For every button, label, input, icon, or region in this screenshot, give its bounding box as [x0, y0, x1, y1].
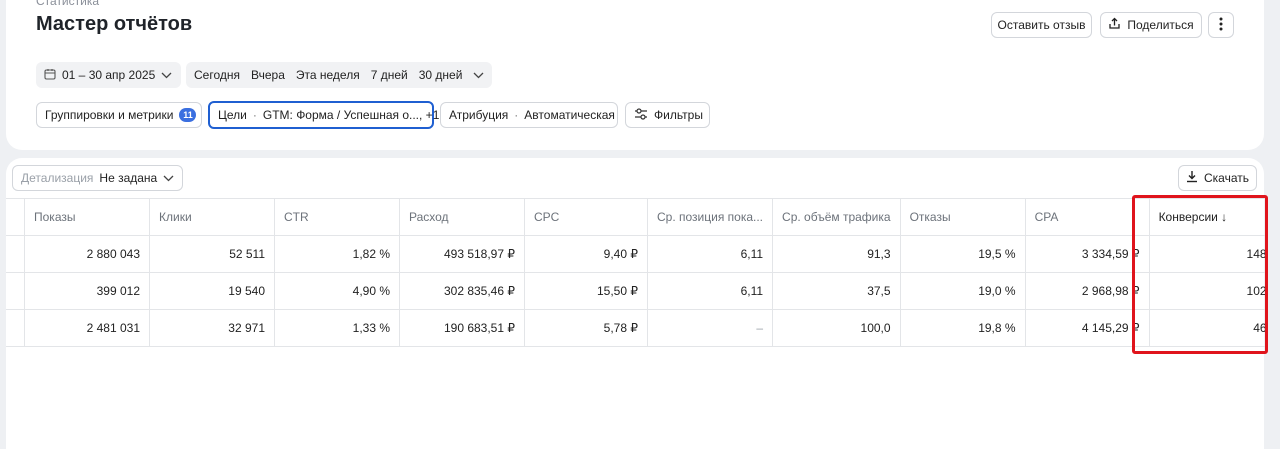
- cell-bounces: 19,5 %: [899, 235, 1026, 273]
- date-range-label: 01 – 30 апр 2025: [62, 68, 156, 82]
- download-icon: [1186, 170, 1198, 186]
- right-edge-panel: [1268, 0, 1280, 449]
- cell-conversions: 102: [1148, 272, 1277, 310]
- period-this-week[interactable]: Эта неделя: [296, 68, 360, 82]
- calendar-icon: [44, 68, 56, 83]
- share-button-label: Поделиться: [1127, 18, 1194, 32]
- more-vertical-icon: [1219, 17, 1223, 34]
- cell-ctr: 1,82 %: [274, 235, 400, 273]
- chevron-down-icon: [161, 68, 172, 82]
- filters-button[interactable]: Фильтры: [625, 102, 710, 128]
- column-header-cpc[interactable]: CPC: [524, 198, 648, 236]
- cell-cost: 493 518,97 ₽: [399, 235, 525, 273]
- attribution-value: Автоматическая: [524, 108, 615, 122]
- column-header-cpa[interactable]: CPA: [1024, 198, 1150, 236]
- groupings-count-badge: 11: [179, 108, 197, 122]
- cell-cpa: 3 334,59 ₽: [1024, 235, 1150, 273]
- detail-value: Не задана: [99, 171, 158, 185]
- column-header-clicks[interactable]: Клики: [149, 198, 275, 236]
- goals-value: GTM: Форма / Успешная о..., +1: [262, 108, 440, 122]
- goals-selector[interactable]: Цели · GTM: Форма / Успешная о..., +1: [208, 101, 439, 129]
- separator-dot: ·: [514, 108, 519, 122]
- cell-avg-position: 6,11: [646, 272, 774, 310]
- detail-selector[interactable]: Детализация Не задана: [12, 165, 184, 191]
- cell-clicks: 52 511: [149, 235, 275, 273]
- breadcrumb[interactable]: Статистика: [36, 0, 99, 8]
- cell-cpc: 9,40 ₽: [524, 235, 648, 273]
- cell-conversions: 148: [1148, 235, 1277, 273]
- chevron-down-icon[interactable]: [473, 68, 484, 82]
- row-gutter: [6, 198, 25, 236]
- cell-avg-position: –: [646, 309, 774, 347]
- cell-cpa: 2 968,98 ₽: [1024, 272, 1150, 310]
- column-header-ctr[interactable]: CTR: [274, 198, 400, 236]
- cell-avg-position: 6,11: [646, 235, 774, 273]
- chevron-down-icon: [163, 171, 174, 185]
- column-header-impressions[interactable]: Показы: [24, 198, 150, 236]
- cell-conversions: 46: [1148, 309, 1277, 347]
- table-header-row: Показы Клики CTR Расход CPC Ср. позиция …: [6, 198, 1277, 236]
- cell-clicks: 19 540: [149, 272, 275, 310]
- more-button[interactable]: [1208, 12, 1234, 38]
- cell-cost: 302 835,46 ₽: [399, 272, 525, 310]
- cell-cost: 190 683,51 ₽: [399, 309, 525, 347]
- date-range-picker[interactable]: 01 – 30 апр 2025: [36, 62, 181, 88]
- cell-cpc: 5,78 ₽: [524, 309, 648, 347]
- cell-bounces: 19,8 %: [899, 309, 1026, 347]
- column-header-avg-position[interactable]: Ср. позиция пока...: [646, 198, 774, 236]
- cell-impressions: 2 880 043: [24, 235, 150, 273]
- share-icon: [1108, 17, 1121, 33]
- column-header-avg-traffic[interactable]: Ср. объём трафика: [772, 198, 901, 236]
- cell-impressions: 2 481 031: [24, 309, 150, 347]
- cell-cpa: 4 145,29 ₽: [1024, 309, 1150, 347]
- quick-period-group: Сегодня Вчера Эта неделя 7 дней 30 дней: [186, 62, 493, 88]
- feedback-button[interactable]: Оставить отзыв: [991, 12, 1092, 38]
- goals-label: Цели: [218, 108, 247, 122]
- column-header-cost[interactable]: Расход: [399, 198, 525, 236]
- period-yesterday[interactable]: Вчера: [251, 68, 285, 82]
- row-gutter: [6, 272, 25, 310]
- filters-label: Фильтры: [654, 108, 703, 122]
- download-label: Скачать: [1204, 171, 1249, 185]
- attribution-selector[interactable]: Атрибуция · Автоматическая: [440, 102, 618, 128]
- cell-clicks: 32 971: [149, 309, 275, 347]
- groupings-metrics-button[interactable]: Группировки и метрики 11: [36, 102, 202, 128]
- cell-bounces: 19,0 %: [899, 272, 1026, 310]
- download-button[interactable]: Скачать: [1178, 165, 1257, 191]
- cell-ctr: 1,33 %: [274, 309, 400, 347]
- feedback-button-label: Оставить отзыв: [997, 18, 1086, 32]
- separator-dot: ·: [252, 108, 257, 122]
- period-today[interactable]: Сегодня: [194, 68, 240, 82]
- table-row: 2 481 031 32 971 1,33 % 190 683,51 ₽ 5,7…: [6, 309, 1277, 347]
- cell-avg-traffic: 37,5: [772, 272, 901, 310]
- groupings-label: Группировки и метрики: [45, 108, 174, 122]
- cell-ctr: 4,90 %: [274, 272, 400, 310]
- detail-label: Детализация: [21, 171, 94, 185]
- table-row: 2 880 043 52 511 1,82 % 493 518,97 ₽ 9,4…: [6, 235, 1277, 273]
- period-30-days[interactable]: 30 дней: [419, 68, 463, 82]
- page-title: Мастер отчётов: [36, 13, 193, 35]
- period-7-days[interactable]: 7 дней: [371, 68, 408, 82]
- filter-sliders-icon: [634, 107, 648, 123]
- attribution-label: Атрибуция: [449, 108, 509, 122]
- table-row: 399 012 19 540 4,90 % 302 835,46 ₽ 15,50…: [6, 272, 1277, 310]
- cell-cpc: 15,50 ₽: [524, 272, 648, 310]
- row-gutter: [6, 309, 25, 347]
- cell-impressions: 399 012: [24, 272, 150, 310]
- share-button[interactable]: Поделиться: [1100, 12, 1202, 38]
- statistics-table: Показы Клики CTR Расход CPC Ср. позиция …: [6, 198, 1277, 347]
- cell-avg-traffic: 100,0: [772, 309, 901, 347]
- cell-avg-traffic: 91,3: [772, 235, 901, 273]
- row-gutter: [6, 235, 25, 273]
- column-header-conversions[interactable]: Конверсии ↓: [1148, 198, 1277, 236]
- column-header-bounces[interactable]: Отказы: [899, 198, 1026, 236]
